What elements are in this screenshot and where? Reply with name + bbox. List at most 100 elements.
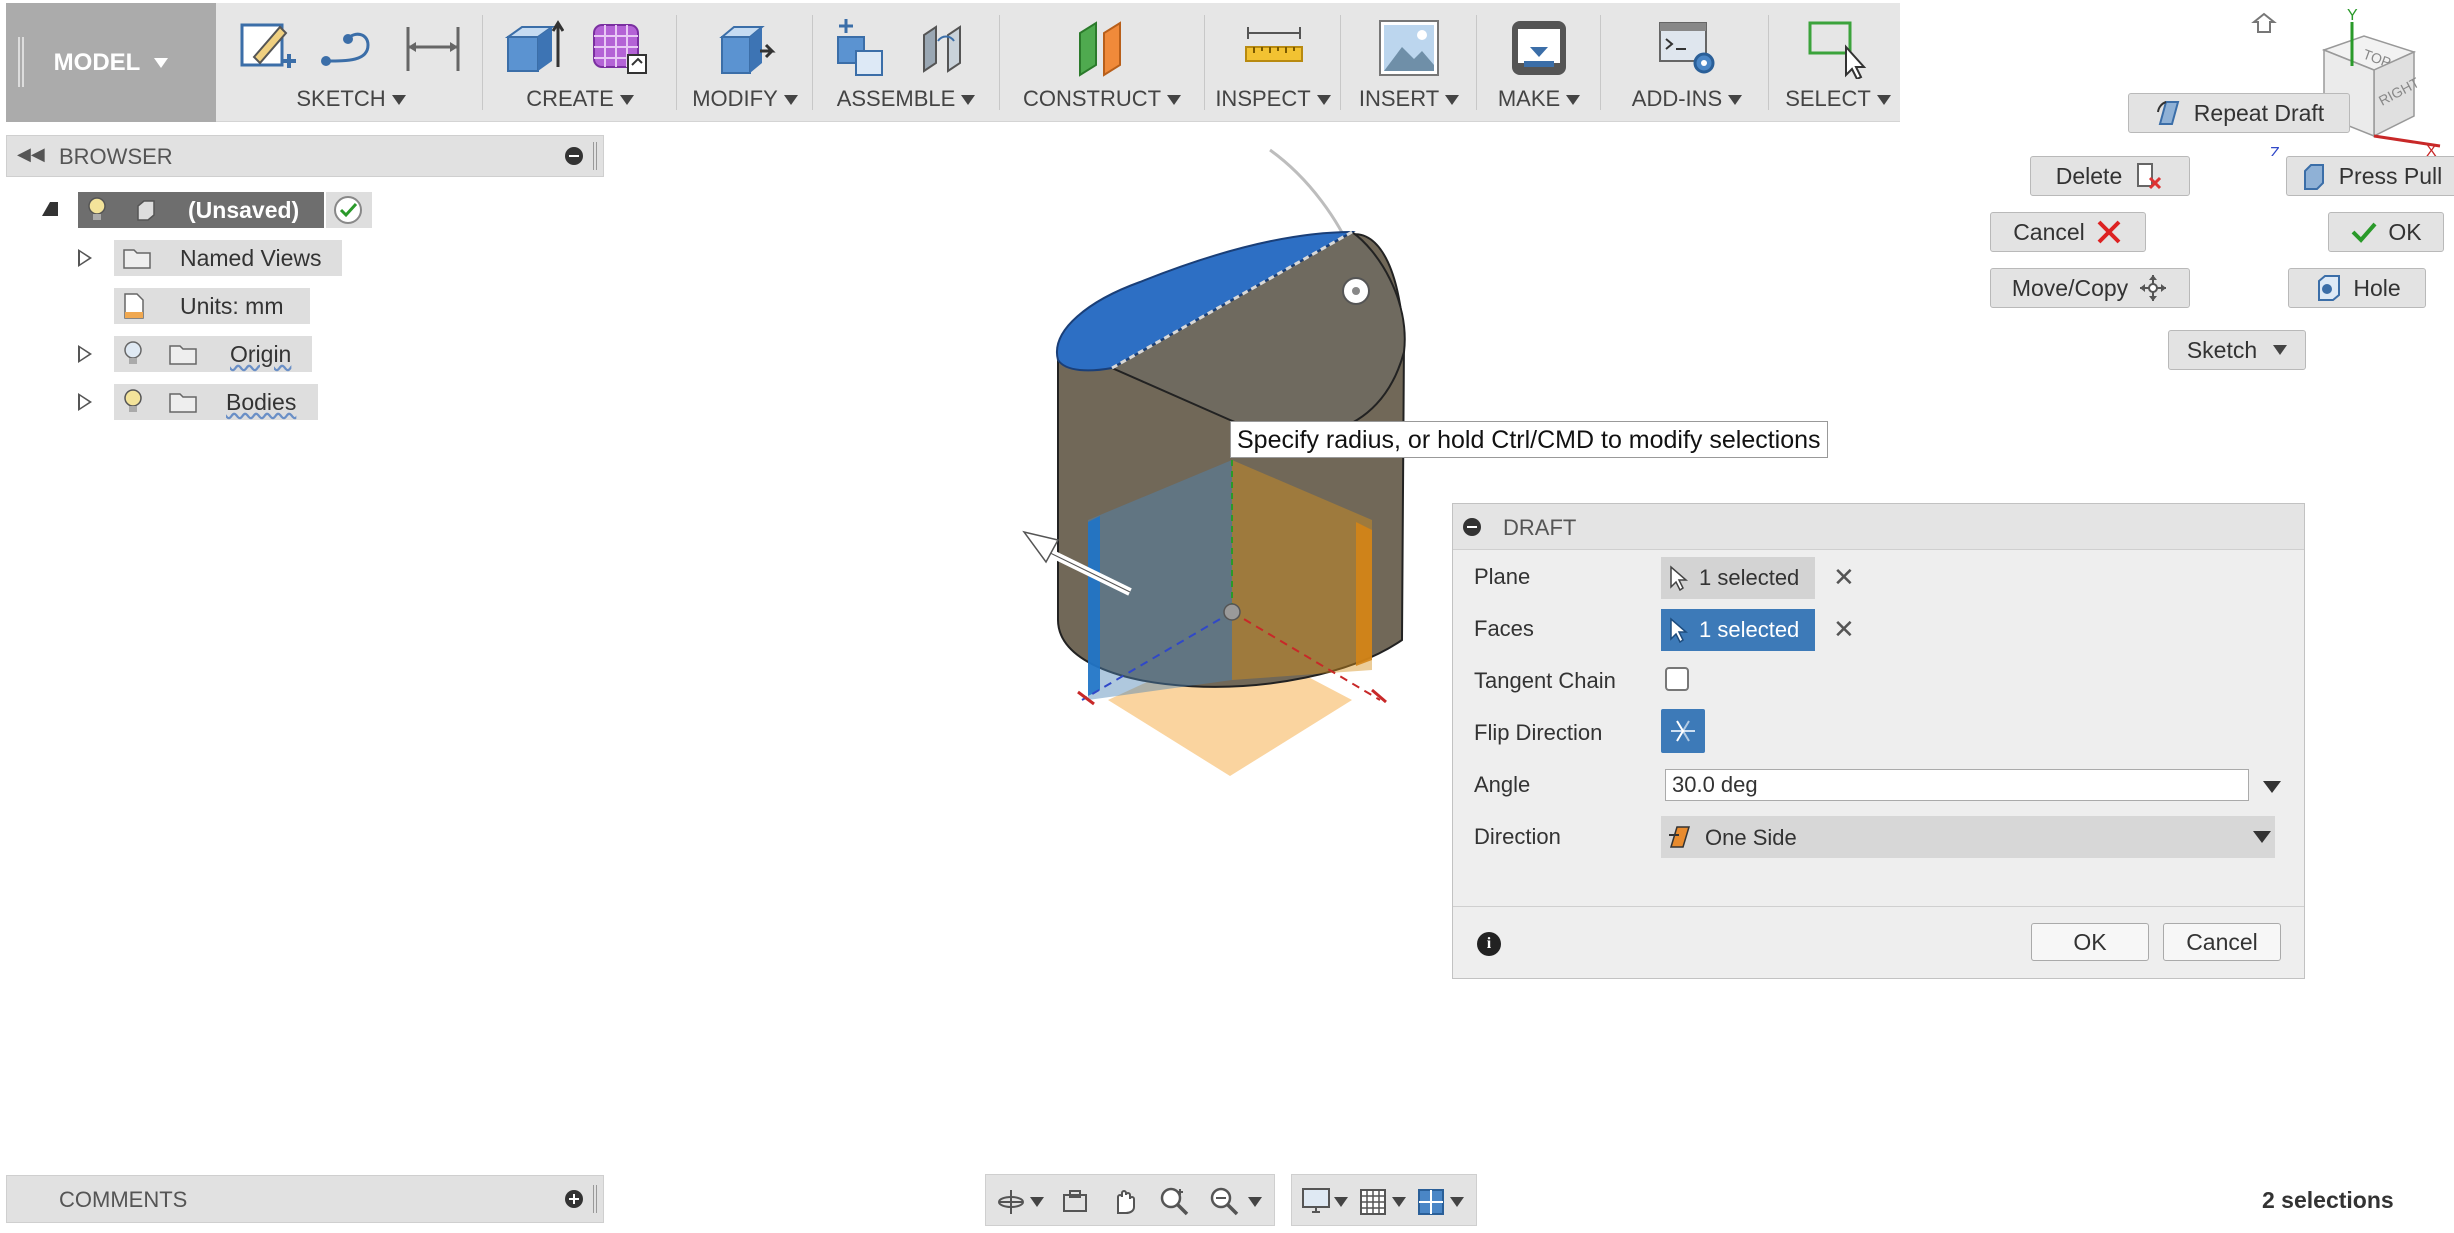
orbit-icon[interactable] [996,1187,1026,1217]
sketch-menu-label: Sketch [2186,336,2258,363]
joint-icon[interactable] [916,17,978,79]
draft-title: DRAFT [1503,515,1577,540]
chevron-down-icon[interactable] [1248,1197,1262,1207]
comments-header[interactable]: COMMENTS [6,1175,604,1223]
direction-select[interactable]: One Side [1661,816,2275,858]
zoom-window-icon[interactable] [1208,1185,1240,1217]
scripts-icon[interactable] [1656,17,1718,79]
chevron-down-icon[interactable] [1392,1197,1406,1207]
move-copy-button[interactable]: Move/Copy [1990,268,2190,308]
zoom-icon[interactable] [1158,1185,1190,1217]
delete-icon [2137,163,2162,190]
chevron-down-icon[interactable] [1030,1197,1044,1207]
home-icon[interactable] [2251,12,2277,33]
insert-image-icon[interactable] [1378,17,1440,79]
create-group[interactable]: CREATE [490,3,670,122]
chevron-down-icon[interactable] [1334,1197,1348,1207]
display-settings-icon[interactable] [1300,1186,1332,1216]
insert-group[interactable]: INSERT [1348,3,1470,122]
collapse-icon[interactable] [1463,518,1481,536]
clear-faces-icon[interactable]: ✕ [1833,614,1855,645]
new-component-icon[interactable] [834,17,896,79]
activate-radio-icon[interactable] [332,194,364,226]
3d-print-icon[interactable] [1508,17,1570,79]
workspace-label: MODEL [53,48,141,76]
grid-icon[interactable] [1358,1187,1388,1217]
line-icon[interactable] [318,17,380,79]
draft-dialog-header[interactable]: DRAFT [1453,504,2304,550]
construct-group[interactable]: CONSTRUCT [1006,3,1198,122]
inspect-group[interactable]: INSPECT [1212,3,1334,122]
flip-direction-button[interactable] [1661,709,1705,753]
dialog-cancel-button[interactable]: Cancel [2163,923,2281,961]
sketch-menu-button[interactable]: Sketch [2168,330,2306,370]
browser-item-bodies[interactable]: Bodies [114,384,318,420]
active-indicator[interactable] [326,192,372,228]
press-pull-icon[interactable] [714,17,776,79]
selection-count: 2 selections [2262,1187,2394,1213]
pan-hand-icon[interactable] [1108,1185,1140,1217]
press-pull-button[interactable]: Press Pull [2286,156,2454,196]
sketch-group[interactable]: SKETCH [226,3,476,122]
info-icon[interactable]: i [1477,932,1501,956]
faces-selector[interactable]: 1 selected [1661,609,1815,651]
select-icon[interactable] [1806,17,1868,79]
extrude-icon[interactable] [502,17,564,79]
visibility-bulb-icon[interactable] [86,196,108,224]
model-viewport[interactable] [980,130,1440,790]
browser-header[interactable]: ◀◀ BROWSER [6,135,604,177]
create-sketch-icon[interactable] [236,17,298,79]
tangent-chain-checkbox[interactable] [1665,667,1689,691]
collapse-panel-icon[interactable]: ◀◀ [17,144,45,165]
hole-button[interactable]: Hole [2288,268,2426,308]
assemble-group[interactable]: ASSEMBLE [820,3,992,122]
chevron-down-icon[interactable] [1450,1197,1464,1207]
inspect-label: INSPECT [1215,86,1311,111]
browser-title: BROWSER [59,144,173,169]
add-ins-group[interactable]: ADD-INS [1608,3,1766,122]
create-label: CREATE [526,86,614,111]
cancel-button[interactable]: Cancel [1990,212,2146,252]
chevron-down-icon [1876,95,1891,106]
workspace-switcher[interactable]: MODEL [6,3,216,122]
comments-title: COMMENTS [59,1187,188,1212]
axis-x-label: X [2426,143,2437,156]
panel-grip[interactable] [593,1185,597,1213]
collapse-triangle-icon[interactable] [42,202,58,216]
delete-button[interactable]: Delete [2030,156,2190,196]
browser-item-origin[interactable]: Origin [114,336,312,372]
visibility-bulb-icon[interactable] [122,340,144,368]
visibility-bulb-icon[interactable] [122,388,144,416]
assemble-label: ASSEMBLE [836,86,956,111]
ok-label: OK [2388,218,2422,245]
chevron-down-icon [1728,95,1743,106]
make-label: MAKE [1497,86,1561,111]
insert-label: INSERT [1358,86,1440,111]
viewports-icon[interactable] [1416,1187,1446,1217]
chevron-down-icon [783,95,798,106]
repeat-draft-button[interactable]: Repeat Draft [2128,93,2350,133]
ok-button[interactable]: OK [2328,212,2444,252]
toolbar-grip[interactable] [18,37,24,87]
minimize-icon[interactable] [565,147,583,165]
chevron-down-icon [1566,95,1581,106]
angle-input[interactable]: 30.0 deg [1665,769,2249,801]
modify-group[interactable]: MODIFY [684,3,806,122]
dimension-icon[interactable] [402,17,464,79]
angle-dropdown-icon[interactable] [2263,781,2281,793]
offset-plane-icon[interactable] [1072,17,1134,79]
plane-selector[interactable]: 1 selected [1661,557,1815,599]
select-group[interactable]: SELECT [1776,3,1900,122]
form-icon[interactable] [588,17,650,79]
make-group[interactable]: MAKE [1484,3,1594,122]
dialog-ok-button[interactable]: OK [2031,923,2149,961]
browser-item-named-views[interactable]: Named Views [114,240,342,276]
look-at-icon[interactable] [1060,1187,1090,1217]
browser-item-units[interactable]: Units: mm [114,288,310,324]
measure-icon[interactable] [1242,17,1304,79]
root-component[interactable]: (Unsaved) [78,192,324,228]
clear-plane-icon[interactable]: ✕ [1833,562,1855,593]
panel-grip[interactable] [593,142,597,170]
viewcube[interactable]: TOP RIGHT Y X Z [2244,6,2454,156]
add-comment-icon[interactable] [565,1190,583,1208]
